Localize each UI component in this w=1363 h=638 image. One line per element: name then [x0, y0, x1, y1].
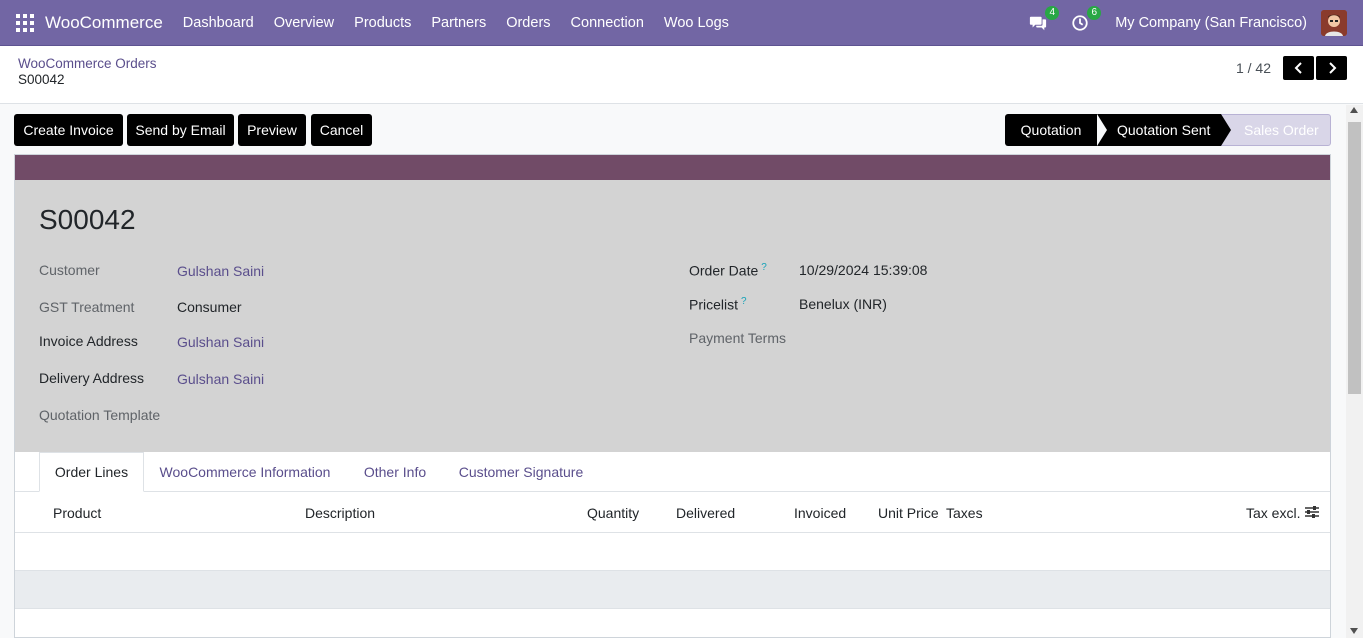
menu-dashboard[interactable]: Dashboard	[173, 15, 264, 31]
order-date-field[interactable]: 10/29/2024 15:39:08	[799, 262, 927, 278]
optional-columns-sliders-icon[interactable]	[1304, 505, 1320, 519]
systray: 4 6 My Company (San Francisco)	[1027, 0, 1347, 46]
tab-customer-signature[interactable]: Customer Signature	[452, 452, 590, 492]
column-delivered[interactable]: Delivered	[676, 505, 735, 521]
column-product[interactable]: Product	[53, 505, 101, 521]
vertical-scrollbar[interactable]	[1346, 105, 1363, 638]
invoice-address-label: Invoice Address	[39, 333, 138, 349]
invoice-address-field[interactable]: Gulshan Saini	[177, 334, 264, 350]
activities-count-badge: 6	[1087, 6, 1102, 20]
preview-button[interactable]: Preview	[238, 114, 306, 146]
column-tax-excl[interactable]: Tax excl.	[1246, 505, 1300, 521]
sheet-header-group: S00042 Customer Gulshan Saini GST Treatm…	[15, 180, 1330, 452]
column-description[interactable]: Description	[305, 505, 375, 521]
create-invoice-button[interactable]: Create Invoice	[14, 114, 123, 146]
delivery-address-field[interactable]: Gulshan Saini	[177, 371, 264, 387]
stage-quotation-sent[interactable]: Quotation Sent	[1097, 114, 1231, 146]
pager-value[interactable]: 1 / 42	[1236, 60, 1271, 76]
table-row	[15, 571, 1330, 609]
scroll-down-arrow-icon[interactable]	[1350, 628, 1358, 634]
messages-count-badge: 4	[1045, 6, 1060, 20]
column-unit-price[interactable]: Unit Price	[878, 505, 939, 521]
company-switcher[interactable]: My Company (San Francisco)	[1115, 15, 1307, 31]
notebook-tabs: Order Lines WooCommerce Information Othe…	[15, 452, 1330, 492]
column-invoiced[interactable]: Invoiced	[794, 505, 846, 521]
column-quantity[interactable]: Quantity	[587, 505, 639, 521]
pricelist-label-text: Pricelist	[689, 296, 739, 313]
cancel-button[interactable]: Cancel	[311, 114, 372, 146]
order-lines-header: Product Description Quantity Delivered I…	[15, 492, 1330, 533]
payment-terms-label: Payment Terms	[689, 330, 786, 346]
pricelist-field[interactable]: Benelux (INR)	[799, 296, 887, 312]
quotation-template-label: Quotation Template	[39, 407, 161, 423]
send-by-email-button[interactable]: Send by Email	[127, 114, 234, 146]
status-bar: Quotation Quotation Sent Sales Order	[1005, 114, 1331, 146]
apps-menu-icon[interactable]	[16, 13, 34, 32]
chevron-right-icon	[1328, 62, 1336, 74]
breadcrumb-parent-link[interactable]: WooCommerce Orders	[18, 56, 157, 71]
table-row	[15, 533, 1330, 571]
gst-treatment-field[interactable]: Consumer	[177, 299, 242, 315]
pricelist-label: Pricelist?	[689, 296, 747, 313]
menu-products[interactable]: Products	[344, 15, 421, 31]
chevron-left-icon	[1294, 62, 1302, 74]
sheet-ribbon	[15, 155, 1330, 180]
customer-label: Customer	[39, 262, 100, 278]
pager-previous-button[interactable]	[1283, 56, 1314, 80]
menu-connection[interactable]: Connection	[561, 15, 654, 31]
pricelist-help-icon[interactable]: ?	[741, 296, 747, 307]
tab-woocommerce-information[interactable]: WooCommerce Information	[155, 452, 335, 492]
tab-order-lines[interactable]: Order Lines	[39, 452, 144, 492]
tab-other-info[interactable]: Other Info	[355, 452, 435, 492]
stage-sales-order[interactable]: Sales Order	[1221, 114, 1331, 146]
scroll-thumb[interactable]	[1348, 122, 1361, 394]
table-row	[15, 609, 1330, 637]
control-panel: WooCommerce Orders S00042 1 / 42	[0, 46, 1363, 104]
form-sheet: S00042 Customer Gulshan Saini GST Treatm…	[14, 154, 1331, 638]
pager-next-button[interactable]	[1316, 56, 1347, 80]
activities-clock-icon[interactable]: 6	[1069, 6, 1102, 34]
order-date-label: Order Date?	[689, 262, 767, 279]
order-date-help-icon[interactable]: ?	[761, 262, 767, 273]
customer-field[interactable]: Gulshan Saini	[177, 263, 264, 279]
stage-quotation[interactable]: Quotation	[1005, 114, 1097, 146]
menu-orders[interactable]: Orders	[496, 15, 560, 31]
user-avatar[interactable]	[1321, 10, 1347, 36]
scroll-up-arrow-icon[interactable]	[1350, 107, 1358, 113]
menu-overview[interactable]: Overview	[264, 15, 344, 31]
gst-treatment-label: GST Treatment	[39, 299, 135, 315]
menu-partners[interactable]: Partners	[421, 15, 496, 31]
top-navbar: WooCommerce Dashboard Overview Products …	[0, 0, 1363, 46]
messages-icon[interactable]: 4	[1027, 6, 1060, 34]
pager: 1 / 42	[1236, 56, 1347, 80]
app-brand[interactable]: WooCommerce	[45, 13, 163, 33]
record-title: S00042	[39, 204, 136, 235]
column-taxes[interactable]: Taxes	[946, 505, 983, 521]
delivery-address-label: Delivery Address	[39, 370, 145, 386]
menu-woo-logs[interactable]: Woo Logs	[654, 15, 739, 31]
order-date-label-text: Order Date	[689, 262, 759, 279]
breadcrumb-current: S00042	[18, 72, 65, 87]
